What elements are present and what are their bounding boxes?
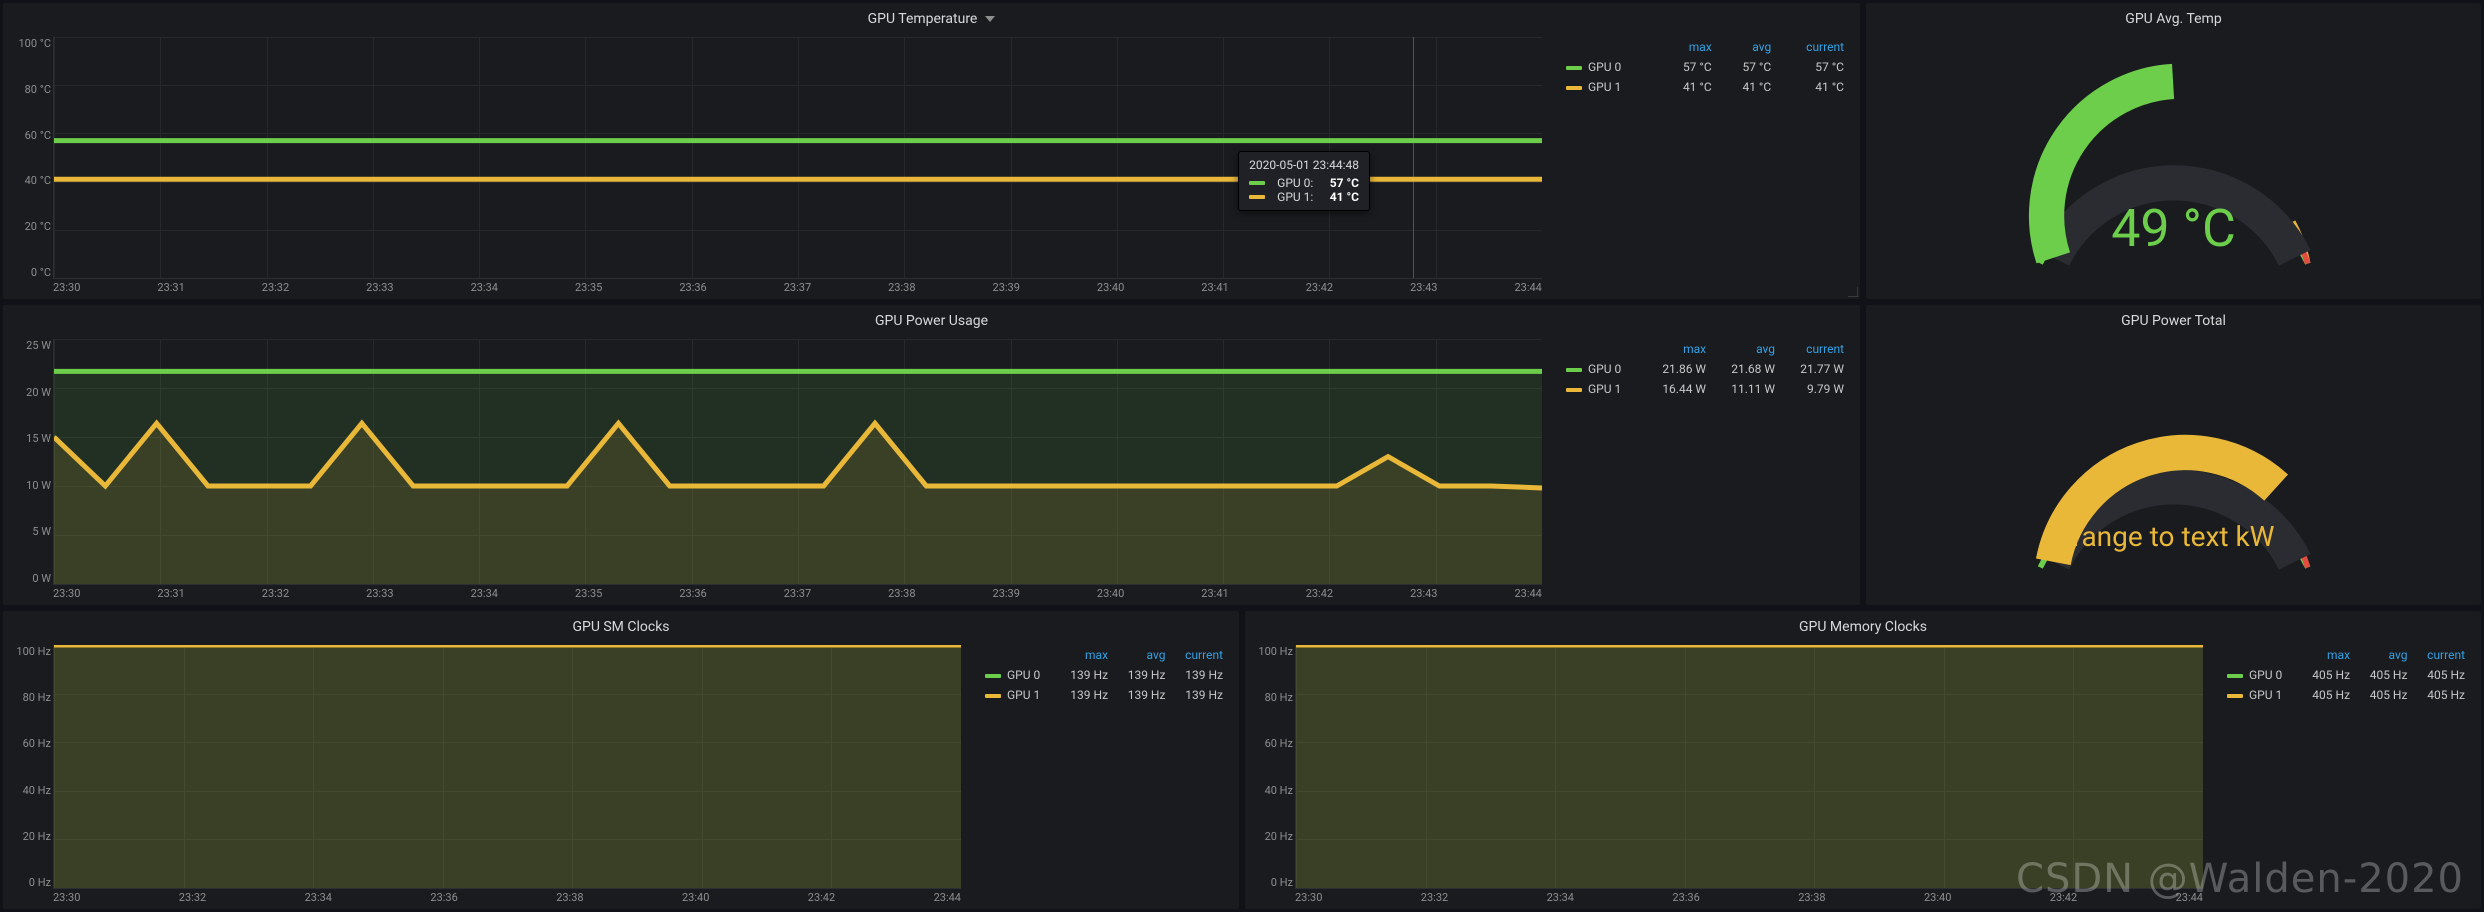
gauge-svg [1964,339,2384,599]
y-axis: 100 Hz 80 Hz 60 Hz 40 Hz 20 Hz 0 Hz [7,639,51,889]
plot[interactable] [53,339,1542,585]
legend-row[interactable]: GPU 0 57 °C 57 °C 57 °C [1560,57,1850,77]
panel-title-text: GPU Power Total [2121,313,2226,329]
panel-gpu-avg-temp[interactable]: GPU Avg. Temp 49 °C [1866,3,2481,299]
panel-title[interactable]: GPU Temperature [3,3,1860,31]
panel-title[interactable]: GPU Avg. Temp [1866,3,2481,31]
panel-title[interactable]: GPU Power Usage [3,305,1860,333]
x-axis: 23:3023:3223:3423:3623:3823:4023:4223:44 [1295,891,2203,907]
resize-handle-icon[interactable] [1848,287,1858,297]
plot[interactable] [53,645,961,889]
panel-title-text: GPU Power Usage [875,313,988,329]
gauge-value: 49 °C [1866,198,2481,259]
panel-gpu-sm-clocks[interactable]: GPU SM Clocks 100 Hz 80 Hz 60 Hz 40 Hz 2… [3,611,1239,909]
panel-title-text: GPU SM Clocks [572,619,669,635]
legend-gpu-power-usage: max avg current GPU 0 21.86 W 21.68 W 21… [1550,333,1860,605]
tooltip-row: GPU 1: 41 °C [1249,190,1359,204]
chart-area-gpu-sm-clocks[interactable]: 100 Hz 80 Hz 60 Hz 40 Hz 20 Hz 0 Hz 23:3… [3,639,969,909]
legend-table: max avg current GPU 0 21.86 W 21.68 W 21… [1560,339,1850,399]
legend-table: max avg current GPU 0 405 Hz 405 Hz 405 … [2221,645,2471,705]
panel-gpu-power-usage[interactable]: GPU Power Usage 25 W 20 W 15 W 10 W 5 W … [3,305,1860,605]
panel-title[interactable]: GPU SM Clocks [3,611,1239,639]
chart-area-gpu-temperature[interactable]: 100 °C 80 °C 60 °C 40 °C 20 °C 0 °C 23:3… [3,31,1550,299]
panel-title-text: GPU Temperature [868,11,978,27]
panel-title-text: GPU Memory Clocks [1799,619,1927,635]
legend-row[interactable]: GPU 0 405 Hz 405 Hz 405 Hz [2221,665,2471,685]
x-axis: 23:3023:3223:3423:3623:3823:4023:4223:44 [53,891,961,907]
legend-table: max avg current GPU 0 139 Hz 139 Hz 139 … [979,645,1229,705]
legend-gpu-temperature: max avg current GPU 0 57 °C 57 °C 57 °C … [1550,31,1860,299]
y-axis: 100 °C 80 °C 60 °C 40 °C 20 °C 0 °C [7,31,51,279]
panel-title[interactable]: GPU Memory Clocks [1245,611,2481,639]
chart-area-gpu-power-usage[interactable]: 25 W 20 W 15 W 10 W 5 W 0 W 23:3023:3123… [3,333,1550,605]
gauge-body: 49 °C [1866,31,2481,299]
gauge-value: range to text kW [1866,520,2481,553]
chevron-down-icon [985,16,995,22]
x-axis: 23:3023:3123:3223:3323:3423:3523:3623:37… [53,281,1542,297]
tooltip-row: GPU 0: 57 °C [1249,176,1359,190]
legend-row[interactable]: GPU 1 405 Hz 405 Hz 405 Hz [2221,685,2471,705]
legend-gpu-sm-clocks: max avg current GPU 0 139 Hz 139 Hz 139 … [969,639,1239,909]
legend-table: max avg current GPU 0 57 °C 57 °C 57 °C … [1560,37,1850,97]
legend-row[interactable]: GPU 1 16.44 W 11.11 W 9.79 W [1560,379,1850,399]
x-axis: 23:3023:3123:3223:3323:3423:3523:3623:37… [53,587,1542,603]
chart-area-gpu-memory-clocks[interactable]: 100 Hz 80 Hz 60 Hz 40 Hz 20 Hz 0 Hz 23:3… [1245,639,2211,909]
legend-row[interactable]: GPU 0 21.86 W 21.68 W 21.77 W [1560,359,1850,379]
legend-row[interactable]: GPU 1 41 °C 41 °C 41 °C [1560,77,1850,97]
legend-gpu-memory-clocks: max avg current GPU 0 405 Hz 405 Hz 405 … [2211,639,2481,909]
y-axis: 100 Hz 80 Hz 60 Hz 40 Hz 20 Hz 0 Hz [1249,639,1293,889]
legend-row[interactable]: GPU 1 139 Hz 139 Hz 139 Hz [979,685,1229,705]
panel-gpu-memory-clocks[interactable]: GPU Memory Clocks 100 Hz 80 Hz 60 Hz 40 … [1245,611,2481,909]
panel-gpu-power-total[interactable]: GPU Power Total range to text kW [1866,305,2481,605]
tooltip: 2020-05-01 23:44:48 GPU 0: 57 °C GPU 1: … [1238,151,1370,211]
panel-title[interactable]: GPU Power Total [1866,305,2481,333]
tooltip-date: 2020-05-01 23:44:48 [1249,158,1359,172]
plot[interactable] [1295,645,2203,889]
gauge-body: range to text kW [1866,333,2481,605]
panel-gpu-temperature[interactable]: GPU Temperature 100 °C 80 °C 60 °C 40 °C… [3,3,1860,299]
panel-title-text: GPU Avg. Temp [2125,11,2221,27]
y-axis: 25 W 20 W 15 W 10 W 5 W 0 W [7,333,51,585]
legend-row[interactable]: GPU 0 139 Hz 139 Hz 139 Hz [979,665,1229,685]
